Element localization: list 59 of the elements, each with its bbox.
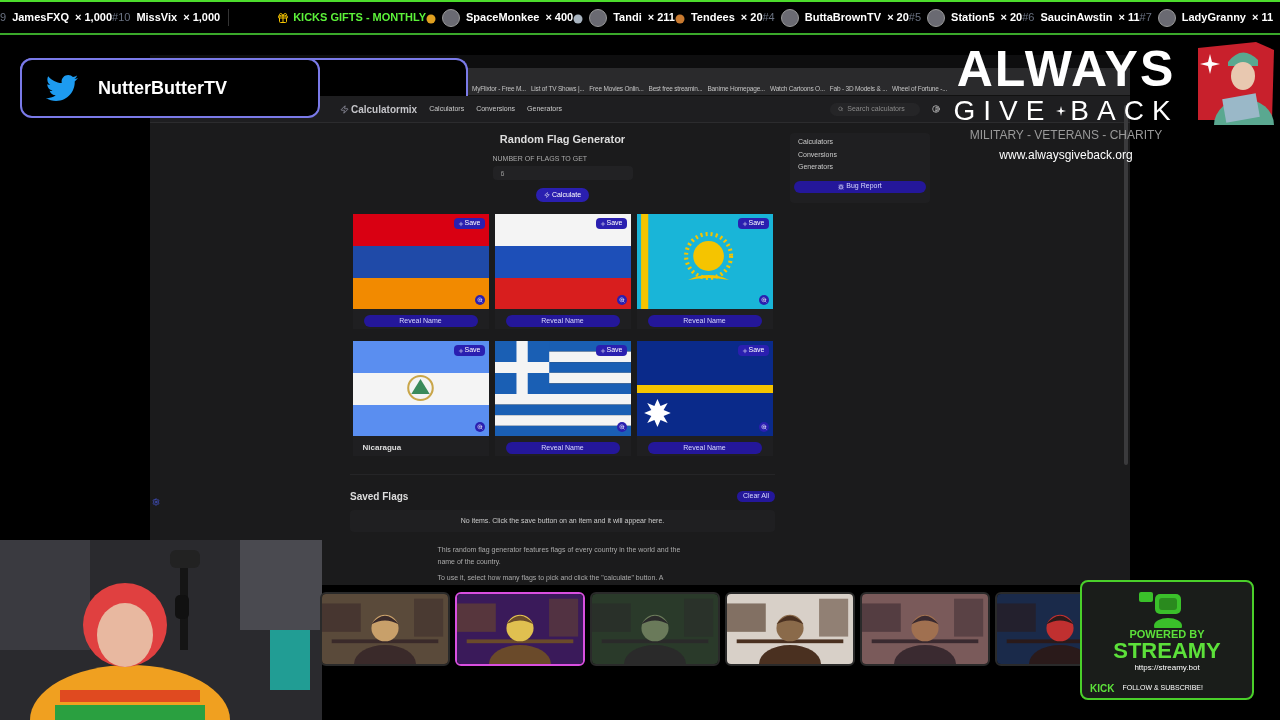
rank-label: #6 [1022, 10, 1035, 26]
bird-icon [46, 72, 78, 104]
supporter-name: SaucinAwstin [1040, 10, 1113, 26]
supporter-name: ButtaBrownTV [804, 10, 882, 26]
plus-icon [741, 220, 748, 227]
gift-count: × 211 [647, 10, 675, 26]
zoom-icon[interactable] [474, 422, 485, 432]
zoom-icon[interactable] [758, 295, 769, 305]
gift-count: × 1,000 [183, 10, 221, 26]
supporter-name: SpaceMonkee [466, 10, 540, 26]
gift-count: × 1,000 [75, 10, 112, 26]
charity-logo-title: ALWAYS [956, 44, 1176, 94]
rank-label: #5 [908, 10, 922, 26]
search-icon [838, 106, 844, 112]
bolt-icon [543, 192, 550, 198]
gift-count: × 20 [887, 10, 909, 26]
gift-count: × 400 [545, 10, 574, 26]
gift-count: × 11 [1251, 10, 1274, 26]
zoom-icon[interactable] [616, 422, 627, 432]
badge-title: STREAMY [1113, 640, 1221, 662]
supporter-name: JamesFXQ [12, 10, 69, 26]
bug-icon [838, 183, 845, 190]
gift-count: × 11 [1118, 10, 1140, 26]
plus-icon [457, 220, 464, 227]
platform-label: KICK [1090, 682, 1115, 696]
sparkle-icon [1056, 106, 1067, 116]
charity-url: www.alwaysgiveback.org [999, 147, 1133, 164]
gift-count: × 20 [1000, 10, 1023, 26]
rank-label: #4 [762, 10, 775, 26]
bolt-icon [340, 104, 349, 114]
site-logo[interactable]: Calculatormix [351, 101, 418, 117]
badge-caption: POWERED BY [1129, 628, 1205, 640]
plus-icon [741, 347, 748, 354]
page-title: Random Flag Generator [499, 132, 626, 147]
supporter-name: LadyGranny [1181, 10, 1246, 26]
plus-icon [599, 347, 606, 354]
gift-icon [277, 11, 290, 24]
ticker-heading: KICKS GIFTS - MONTHLY [293, 10, 426, 26]
section-title: Saved Flags [350, 490, 409, 504]
theme-toggle-icon[interactable] [932, 105, 940, 113]
country-name: Nicaragua [361, 442, 402, 454]
charity-logo-subtitle: GIVE [953, 96, 1053, 126]
charity-tagline: MILITARY - VETERANS - CHARITY [969, 127, 1163, 144]
zoom-icon[interactable] [474, 295, 485, 305]
zoom-icon[interactable] [758, 422, 769, 432]
supporter-name: Tandi [613, 10, 642, 26]
rank-label: 9 [0, 10, 7, 26]
supporter-name: Station5 [951, 10, 995, 26]
plus-icon [599, 220, 606, 227]
rank-label: #7 [1139, 10, 1152, 26]
charity-logo-subtitle: BACK [1070, 96, 1179, 126]
supporter-name: MissVix [136, 10, 178, 26]
badge-url: https://streamy.bot [1134, 662, 1200, 674]
gift-count: × 20 [740, 10, 763, 26]
social-handle: NutterButterTV [98, 76, 227, 100]
supporter-name: Tendees [690, 10, 735, 26]
plus-icon [457, 347, 464, 354]
rank-label: #10 [112, 10, 131, 26]
zoom-icon[interactable] [616, 295, 627, 305]
